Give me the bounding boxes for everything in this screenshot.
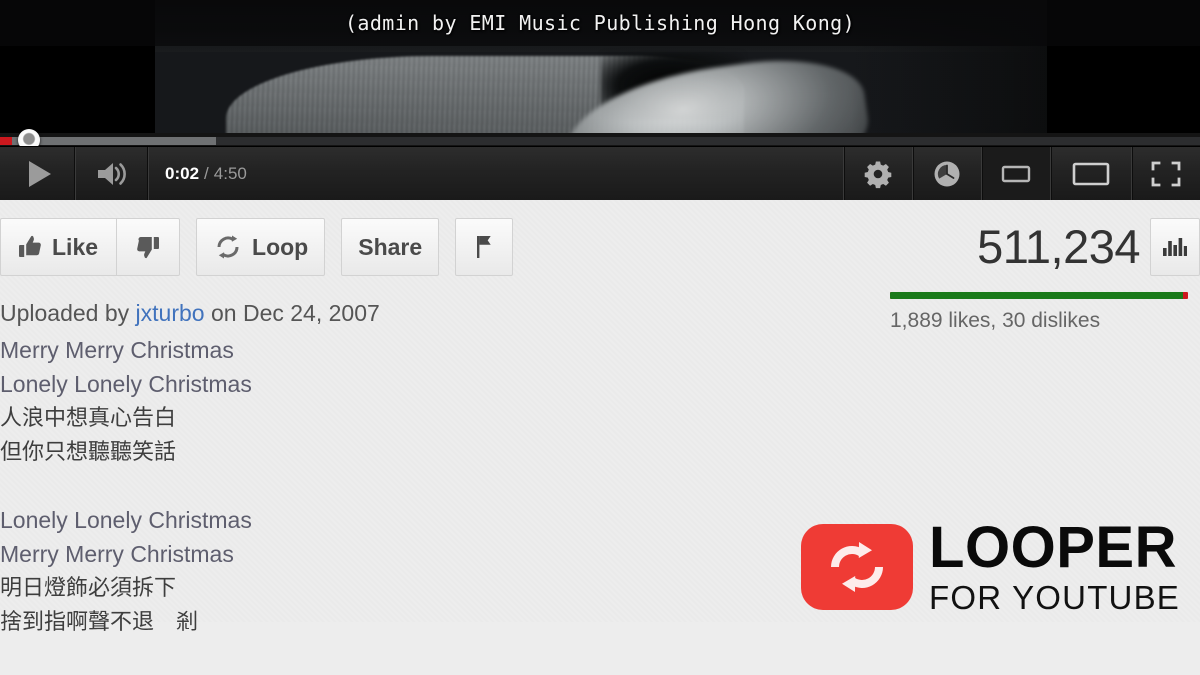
time-separator: / [204,163,209,183]
clock-icon [934,161,960,186]
view-stats-group: 511,234 [977,218,1200,276]
caption-band: (admin by EMI Music Publishing Hong Kong… [0,0,1200,46]
fullscreen-icon [1151,161,1181,186]
description-line: 人浪中想真心告白 [0,405,177,430]
volume-button[interactable] [76,147,149,200]
upload-info: Uploaded by jxturbo on Dec 24, 2007 [0,300,380,327]
flag-button[interactable] [455,218,514,276]
description-line: Merry Merry Christmas [0,337,234,363]
flag-icon [477,236,491,258]
video-info-panel: Like Loop Share 511,234 1,889 likes, 30 … [0,200,1200,634]
fullscreen-button[interactable] [1131,147,1200,200]
loop-label: Loop [252,233,309,260]
statistics-button[interactable] [1150,218,1200,276]
description-line: Merry Merry Christmas [0,541,234,567]
upload-middle: on [210,300,237,326]
dislike-button[interactable] [116,218,181,276]
loop-button[interactable]: Loop [196,218,326,276]
description-line: Lonely Lonely Christmas [0,507,252,533]
control-spacer [263,147,843,200]
progress-played [0,137,12,145]
current-time: 0:02 [165,163,200,183]
play-icon [28,160,51,187]
small-player-button[interactable] [981,147,1050,200]
like-label: Like [52,233,99,260]
thumbs-down-icon [137,236,160,259]
looper-wordmark: LOOPER FOR YOUTUBE [929,515,1180,616]
like-dislike-bar [890,292,1188,299]
video-player[interactable]: (admin by EMI Music Publishing Hong Kong… [0,0,1200,200]
description-line: 但你只想聽聽笑話 [0,439,177,464]
loop-icon [217,235,239,259]
looper-logo-mark [801,523,914,610]
theater-mode-button[interactable] [1050,147,1131,200]
theater-screen-icon [1072,162,1110,185]
share-label: Share [358,233,423,260]
bar-chart-icon [1163,238,1187,256]
loop-arrows-icon [831,541,884,592]
caption-text: (admin by EMI Music Publishing Hong Kong… [344,11,856,35]
upload-date: Dec 24, 2007 [242,300,380,326]
watch-later-button[interactable] [912,147,981,200]
player-control-bar[interactable]: 0:02 / 4:50 [0,146,1200,200]
rating-text: 1,889 likes, 30 dislikes [890,309,1101,332]
share-button[interactable]: Share [341,218,440,276]
small-screen-icon [1001,165,1031,182]
description-line: 明日燈飾必須拆下 [0,575,177,600]
gear-icon [864,161,892,188]
like-bar-fill [890,292,1184,299]
upload-prefix: Uploaded by [0,300,130,326]
thumbs-up-icon [19,235,41,257]
progress-bar[interactable] [0,129,1200,151]
settings-button[interactable] [843,147,912,200]
action-button-row: Like Loop Share [0,218,514,276]
looper-title: LOOPER [929,515,1177,580]
time-display: 0:02 / 4:50 [149,147,263,200]
volume-icon [98,162,126,185]
uploader-link[interactable]: jxturbo [136,300,205,326]
like-button[interactable]: Like [0,218,117,276]
description-line: Lonely Lonely Christmas [0,371,252,397]
description-line: 捨到指啊聲不退 剎 [0,609,199,634]
view-count: 511,234 [977,220,1140,273]
rating-group: 1,889 likes, 30 dislikes [890,292,1190,333]
looper-branding: LOOPER FOR YOUTUBE [801,519,1180,614]
duration: 4:50 [213,163,247,183]
video-description: Merry Merry Christmas Lonely Lonely Chris… [0,333,720,639]
looper-subtitle: FOR YOUTUBE [929,579,1180,616]
play-button[interactable] [0,147,76,200]
